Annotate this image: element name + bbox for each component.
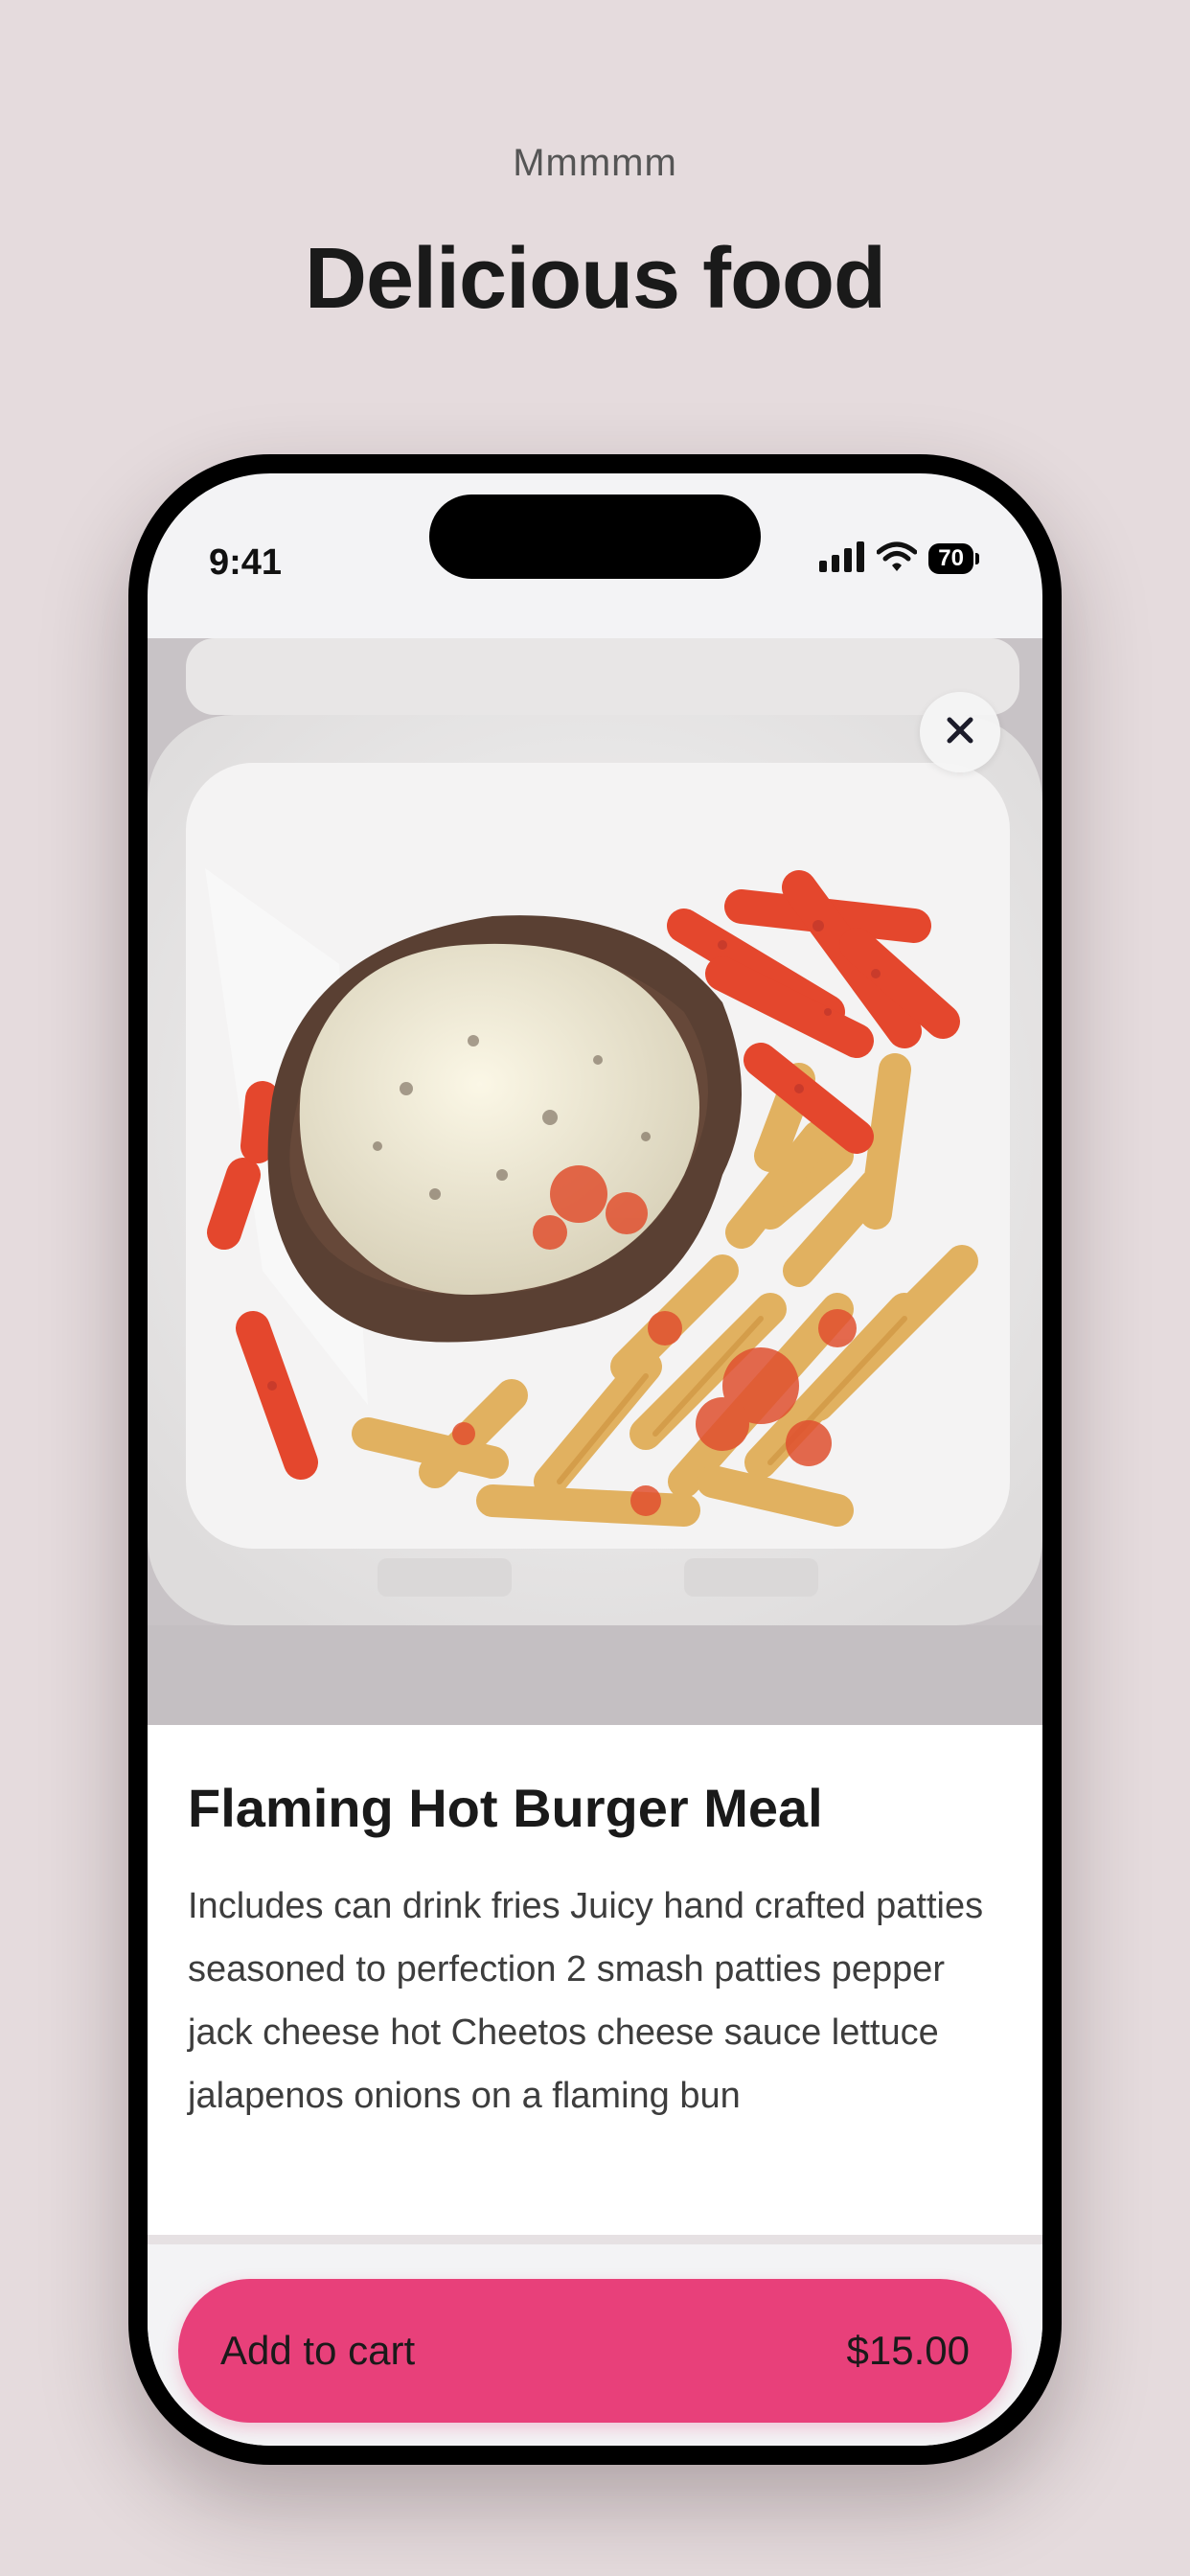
- page-headline: Delicious food: [304, 231, 886, 327]
- add-to-cart-label: Add to cart: [220, 2328, 416, 2373]
- product-details: Flaming Hot Burger Meal Includes can dri…: [148, 1725, 1042, 2235]
- product-title: Flaming Hot Burger Meal: [188, 1778, 823, 1838]
- battery-level: 70: [928, 543, 973, 574]
- battery-icon: 70: [928, 543, 979, 574]
- phone-frame: 9:41 70 Flaming Hot Burger Meal Includes…: [128, 454, 1062, 2465]
- divider: [148, 2235, 1042, 2244]
- cart-footer: Add to cart $15.00: [148, 2244, 1042, 2446]
- status-icons: 70: [819, 535, 979, 583]
- add-to-cart-button[interactable]: Add to cart $15.00: [178, 2279, 1012, 2423]
- close-icon: [944, 714, 976, 751]
- dynamic-island: [429, 494, 761, 579]
- status-bar: 9:41 70: [148, 473, 1042, 627]
- product-description: Includes can drink fries Juicy hand craf…: [188, 1886, 984, 2116]
- signal-icon: [819, 540, 865, 577]
- close-button[interactable]: [920, 692, 1000, 772]
- eyebrow-text: Mmmmm: [513, 142, 677, 184]
- wifi-icon: [876, 541, 918, 577]
- food-photo: [148, 638, 1042, 1725]
- cart-price: $15.00: [846, 2328, 970, 2373]
- status-time: 9:41: [209, 542, 283, 583]
